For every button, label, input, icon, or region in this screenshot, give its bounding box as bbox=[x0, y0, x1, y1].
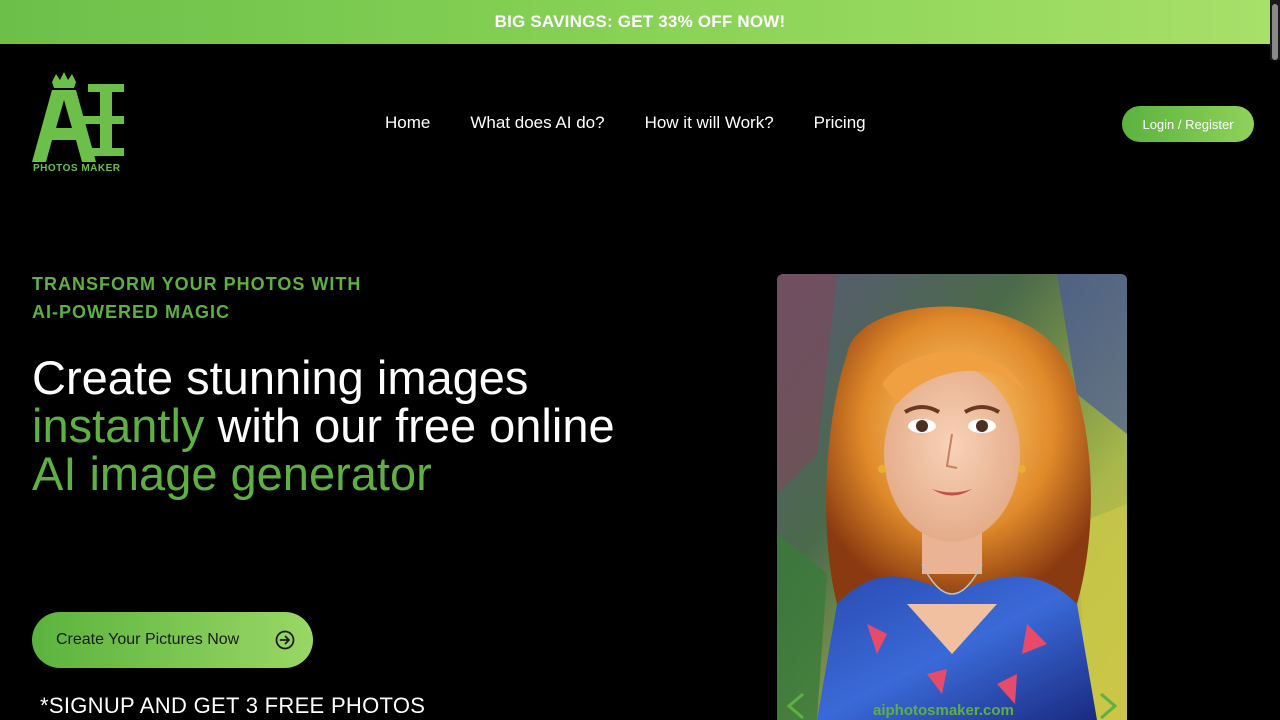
create-pictures-button[interactable]: Create Your Pictures Now bbox=[32, 612, 313, 668]
cta-label: Create Your Pictures Now bbox=[56, 631, 240, 648]
chevron-right-icon[interactable] bbox=[1095, 692, 1121, 720]
eyebrow-line-1: TRANSFORM YOUR PHOTOS WITH bbox=[32, 274, 362, 294]
headline-part-4: AI image generator bbox=[32, 447, 432, 500]
eyebrow-line-2: AI-POWERED MAGIC bbox=[32, 302, 230, 322]
main-nav: Home What does AI do? How it will Work? … bbox=[385, 113, 866, 133]
image-watermark: aiphotosmaker.com bbox=[873, 702, 1014, 719]
nav-pricing[interactable]: Pricing bbox=[814, 113, 866, 133]
crown-logo-icon bbox=[32, 72, 124, 162]
nav-how-it-works[interactable]: How it will Work? bbox=[645, 113, 774, 133]
headline-part-3: with our free online bbox=[204, 399, 615, 452]
logo-caption: PHOTOS MAKER bbox=[33, 163, 121, 174]
login-register-button[interactable]: Login / Register bbox=[1122, 106, 1254, 142]
hero-headline: Create stunning images instantly with ou… bbox=[32, 354, 652, 498]
headline-part-1: Create stunning images bbox=[32, 351, 529, 404]
headline-part-2: instantly bbox=[32, 399, 205, 452]
arrow-circle-right-icon bbox=[275, 630, 295, 650]
nav-what-ai-does[interactable]: What does AI do? bbox=[470, 113, 604, 133]
chevron-left-icon[interactable] bbox=[783, 692, 809, 720]
scrollbar-thumb[interactable] bbox=[1272, 4, 1278, 60]
nav-home[interactable]: Home bbox=[385, 113, 430, 133]
hero-eyebrow: TRANSFORM YOUR PHOTOS WITH AI-POWERED MA… bbox=[32, 270, 392, 326]
scrollbar[interactable] bbox=[1270, 0, 1280, 60]
promo-text: BIG SAVINGS: GET 33% OFF NOW! bbox=[494, 12, 786, 31]
portrait-image bbox=[777, 274, 1127, 720]
promo-banner[interactable]: BIG SAVINGS: GET 33% OFF NOW! bbox=[0, 0, 1280, 44]
hero-image-slider[interactable]: aiphotosmaker.com bbox=[777, 274, 1127, 720]
signup-note: *SIGNUP AND GET 3 FREE PHOTOS bbox=[40, 693, 426, 718]
